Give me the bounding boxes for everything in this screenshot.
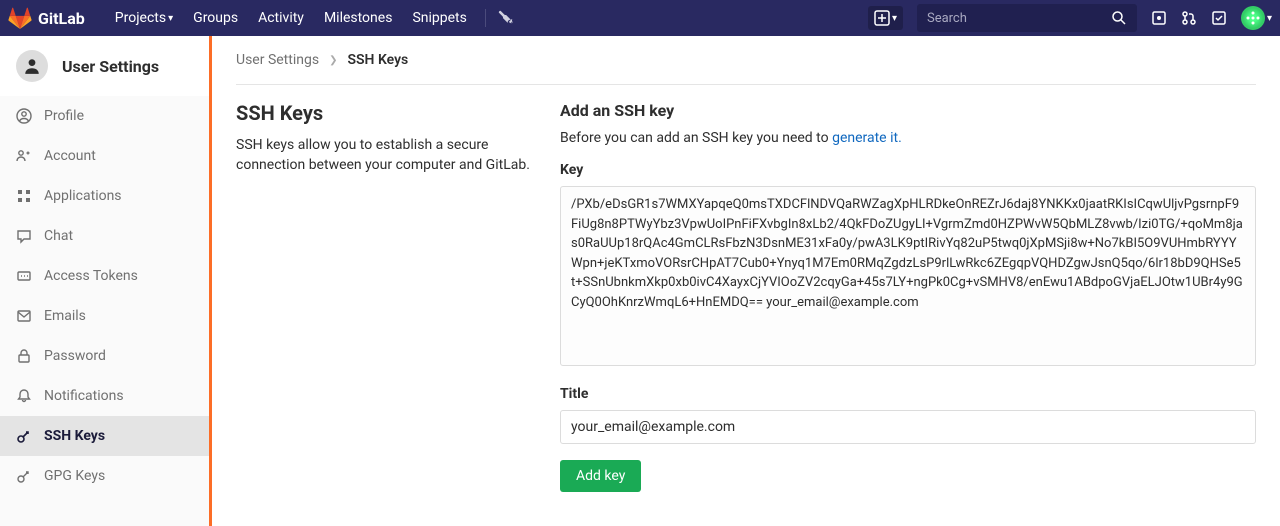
password-icon [16, 348, 32, 364]
access-tokens-icon [16, 268, 32, 284]
nav-projects[interactable]: Projects ▾ [105, 2, 183, 34]
nav-milestones[interactable]: Milestones [314, 2, 403, 34]
gitlab-logo[interactable] [8, 6, 32, 30]
sidebar: User Settings Profile Account Applicatio… [0, 36, 212, 526]
key-icon [16, 468, 32, 484]
nav-snippets-label: Snippets [412, 10, 466, 26]
sidebar-item-label: Account [44, 148, 96, 164]
nav-milestones-label: Milestones [324, 10, 393, 26]
form-layout: SSH Keys SSH keys allow you to establish… [236, 101, 1256, 492]
sidebar-item-password[interactable]: Password [0, 336, 209, 376]
sidebar-item-label: SSH Keys [44, 428, 105, 444]
key-label: Key [560, 162, 1256, 178]
form-main: Add an SSH key Before you can add an SSH… [560, 101, 1256, 492]
key-icon [16, 428, 32, 444]
merge-request-icon[interactable] [1181, 10, 1197, 26]
sidebar-item-gpg-keys[interactable]: GPG Keys [0, 456, 209, 496]
topbar: GitLab Projects ▾ Groups Activity Milest… [0, 0, 1280, 36]
chevron-down-icon: ▾ [1267, 13, 1272, 24]
topbar-left: GitLab Projects ▾ Groups Activity Milest… [8, 2, 514, 34]
sidebar-item-label: Access Tokens [44, 268, 138, 284]
nav-projects-label: Projects [115, 10, 166, 26]
sidebar-item-label: GPG Keys [44, 468, 105, 484]
generate-link[interactable]: generate it. [832, 130, 902, 146]
sidebar-item-label: Password [44, 348, 106, 364]
user-menu[interactable]: ▾ [1241, 6, 1272, 30]
nav-groups[interactable]: Groups [183, 2, 248, 34]
sidebar-item-label: Chat [44, 228, 73, 244]
topbar-right: ▾ ▾ [868, 4, 1272, 32]
section-title: SSH Keys [236, 101, 536, 125]
chevron-down-icon: ▾ [892, 13, 897, 24]
issues-icon[interactable] [1151, 10, 1167, 26]
help-prefix: Before you can add an SSH key you need t… [560, 130, 832, 146]
sidebar-item-access-tokens[interactable]: Access Tokens [0, 256, 209, 296]
key-textarea[interactable] [560, 186, 1256, 366]
form-aside: SSH Keys SSH keys allow you to establish… [236, 101, 536, 492]
user-avatar-icon [16, 50, 48, 82]
nav-groups-label: Groups [193, 10, 238, 26]
wrench-icon[interactable] [498, 10, 514, 26]
title-input[interactable] [560, 410, 1256, 444]
section-desc: SSH keys allow you to establish a secure… [236, 135, 536, 176]
new-button[interactable]: ▾ [868, 6, 903, 30]
sidebar-item-notifications[interactable]: Notifications [0, 376, 209, 416]
form-help: Before you can add an SSH key you need t… [560, 130, 1256, 146]
nav-activity[interactable]: Activity [248, 2, 314, 34]
sidebar-item-chat[interactable]: Chat [0, 216, 209, 256]
breadcrumb: User Settings ❯ SSH Keys [236, 52, 1256, 85]
sidebar-item-account[interactable]: Account [0, 136, 209, 176]
applications-icon [16, 188, 32, 204]
sidebar-item-emails[interactable]: Emails [0, 296, 209, 336]
breadcrumb-current: SSH Keys [347, 52, 408, 68]
chevron-right-icon: ❯ [329, 55, 337, 66]
emails-icon [16, 308, 32, 324]
sidebar-item-profile[interactable]: Profile [0, 96, 209, 136]
sidebar-header: User Settings [0, 36, 209, 96]
plus-icon [874, 10, 890, 26]
todos-icon[interactable] [1211, 10, 1227, 26]
profile-icon [16, 108, 32, 124]
sidebar-item-label: Profile [44, 108, 84, 124]
title-label: Title [560, 386, 1256, 402]
breadcrumb-parent[interactable]: User Settings [236, 52, 319, 68]
sidebar-item-ssh-keys[interactable]: SSH Keys [0, 416, 209, 456]
search-input[interactable] [927, 11, 1111, 26]
search-icon[interactable] [1111, 10, 1127, 26]
sidebar-item-applications[interactable]: Applications [0, 176, 209, 216]
notifications-icon [16, 388, 32, 404]
chevron-down-icon: ▾ [168, 13, 173, 24]
search-box[interactable] [917, 4, 1137, 32]
avatar [1241, 6, 1265, 30]
sidebar-item-label: Applications [44, 188, 122, 204]
nav-snippets[interactable]: Snippets [402, 2, 476, 34]
divider [485, 9, 486, 27]
chat-icon [16, 228, 32, 244]
sidebar-item-label: Emails [44, 308, 86, 324]
content: User Settings ❯ SSH Keys SSH Keys SSH ke… [212, 36, 1280, 526]
account-icon [16, 148, 32, 164]
form-title: Add an SSH key [560, 101, 1256, 120]
sidebar-title: User Settings [62, 57, 159, 76]
add-key-button[interactable]: Add key [560, 460, 641, 492]
brand-label[interactable]: GitLab [38, 9, 85, 28]
nav-activity-label: Activity [258, 10, 304, 26]
sidebar-item-label: Notifications [44, 388, 124, 404]
